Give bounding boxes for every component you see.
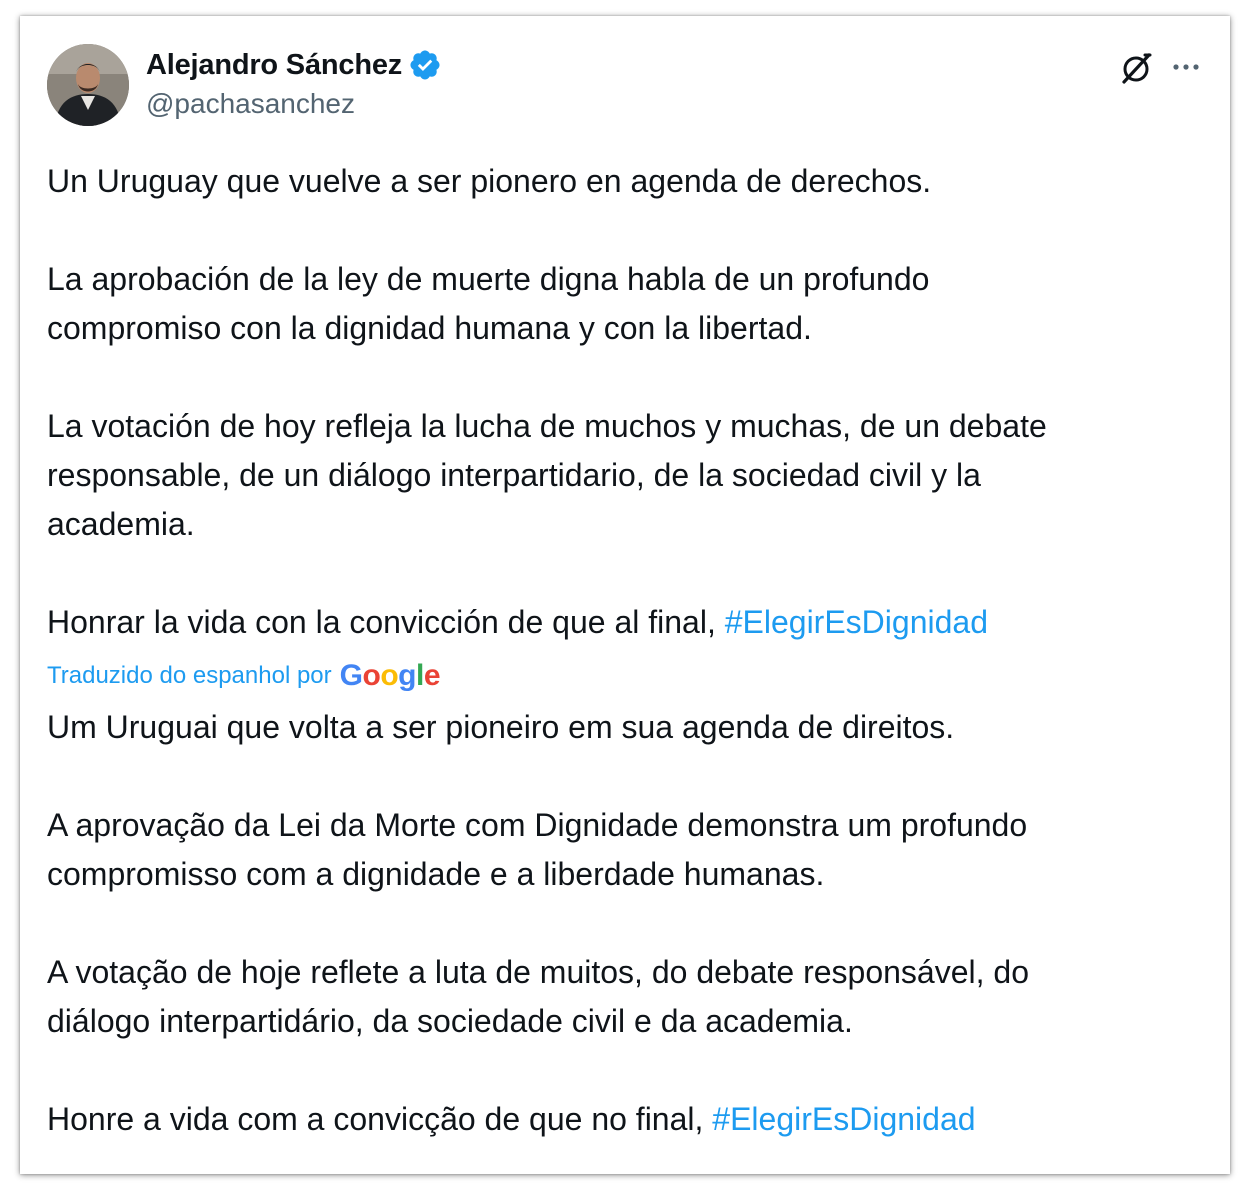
more-horizontal-icon[interactable] [1168,52,1204,82]
original-paragraph-3-line-2: responsable, de un diálogo interpartidar… [47,457,981,493]
translated-paragraph-3-line-1: A votação de hoje reflete a luta de muit… [47,954,1029,990]
original-paragraph-3-line-3: academia. [47,506,195,542]
original-paragraph-1: Un Uruguay que vuelve a ser pionero en a… [47,163,932,199]
tweet-translated-text: Um Uruguai que volta a ser pioneiro em s… [47,703,1207,1144]
translated-paragraph-3-line-2: diálogo interpartidário, da sociedade ci… [47,1003,853,1039]
hashtag-link[interactable]: #ElegirEsDignidad [725,604,988,640]
translated-paragraph-2-line-1: A aprovação da Lei da Morte com Dignidad… [47,807,1028,843]
translation-attribution[interactable]: Traduzido do espanhol por Google [47,656,441,696]
original-paragraph-2-line-1: La aprobación de la ley de muerte digna … [47,261,930,297]
translated-paragraph-4-text: Honre a vida com a convicção de que no f… [47,1101,713,1137]
translation-label: Traduzido do espanhol por [47,662,332,689]
original-paragraph-4: Honrar la vida con la convicción de que … [47,598,1207,647]
avatar[interactable] [47,44,129,126]
google-logo: Google [339,659,441,692]
author-row: Alejandro Sánchez [146,47,442,83]
translated-paragraph-4: Honre a vida com a convicção de que no f… [47,1095,1207,1144]
original-paragraph-4-text: Honrar la vida con la convicción de que … [47,604,725,640]
avatar-image [47,44,129,126]
original-paragraph-3-line-1: La votación de hoy refleja la lucha de m… [47,408,1047,444]
original-paragraph-2-line-2: compromiso con la dignidad humana y con … [47,310,812,346]
tweet-card: Alejandro Sánchez @pachasanchez Un Urugu… [20,16,1230,1174]
author-handle[interactable]: @pachasanchez [146,88,355,120]
author-name[interactable]: Alejandro Sánchez [146,49,402,82]
verified-badge-icon[interactable] [408,48,442,82]
translated-paragraph-2-line-2: compromisso com a dignidade e a liberdad… [47,856,825,892]
tweet-original-text: Un Uruguay que vuelve a ser pionero en a… [47,157,1207,647]
translated-paragraph-1: Um Uruguai que volta a ser pioneiro em s… [47,709,955,745]
hashtag-link[interactable]: #ElegirEsDignidad [712,1101,975,1137]
slashed-circle-icon[interactable] [1118,50,1154,86]
